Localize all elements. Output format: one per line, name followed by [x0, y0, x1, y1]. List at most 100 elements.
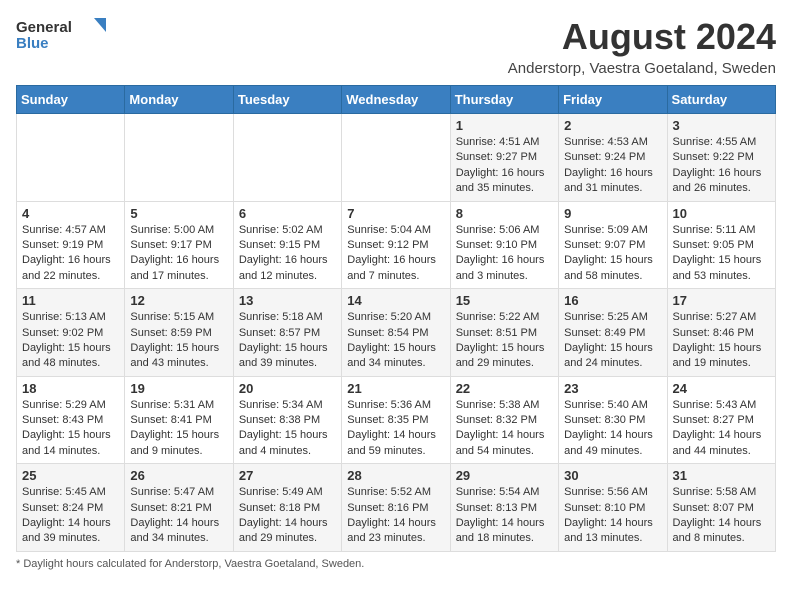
day-info: Sunrise: 5:47 AMSunset: 8:21 PMDaylight:… — [130, 485, 227, 547]
calendar-cell — [17, 114, 125, 202]
day-number: 5 — [130, 206, 227, 221]
page-header: General Blue August 2024 Anderstorp, Vae… — [16, 16, 776, 77]
day-info: Sunrise: 4:57 AMSunset: 9:19 PMDaylight:… — [22, 223, 119, 285]
day-info: Sunrise: 5:49 AMSunset: 8:18 PMDaylight:… — [239, 485, 336, 547]
day-info: Sunrise: 5:04 AMSunset: 9:12 PMDaylight:… — [347, 223, 444, 285]
calendar-cell: 21Sunrise: 5:36 AMSunset: 8:35 PMDayligh… — [342, 376, 450, 464]
day-info: Sunrise: 4:51 AMSunset: 9:27 PMDaylight:… — [456, 135, 553, 197]
day-number: 20 — [239, 381, 336, 396]
day-header-saturday: Saturday — [667, 86, 775, 114]
day-info: Sunrise: 5:36 AMSunset: 8:35 PMDaylight:… — [347, 398, 444, 460]
day-header-wednesday: Wednesday — [342, 86, 450, 114]
day-number: 7 — [347, 206, 444, 221]
day-number: 19 — [130, 381, 227, 396]
day-info: Sunrise: 5:18 AMSunset: 8:57 PMDaylight:… — [239, 310, 336, 372]
logo: General Blue — [16, 16, 106, 54]
calendar-cell: 19 Sunrise: 5:31 AMSunset: 8:41 PMDayligh… — [125, 376, 233, 464]
calendar-week-2: 4 Sunrise: 4:57 AMSunset: 9:19 PMDaylight… — [17, 201, 776, 289]
day-number: 13 — [239, 293, 336, 308]
day-number: 3 — [673, 118, 770, 133]
title-area: August 2024 Anderstorp, Vaestra Goetalan… — [508, 16, 776, 77]
day-info: Sunrise: 5:15 AMSunset: 8:59 PMDaylight:… — [130, 310, 227, 372]
day-info: Sunrise: 5:56 AMSunset: 8:10 PMDaylight:… — [564, 485, 661, 547]
day-info: Sunrise: 5:22 AMSunset: 8:51 PMDaylight:… — [456, 310, 553, 372]
day-info: Sunrise: 5:29 AMSunset: 8:43 PMDaylight:… — [22, 398, 119, 460]
day-info: Sunrise: 5:20 AMSunset: 8:54 PMDaylight:… — [347, 310, 444, 372]
calendar-cell: 17 Sunrise: 5:27 AMSunset: 8:46 PMDayligh… — [667, 289, 775, 377]
calendar-cell: 28 Sunrise: 5:52 AMSunset: 8:16 PMDayligh… — [342, 464, 450, 552]
calendar-header: SundayMondayTuesdayWednesdayThursdayFrid… — [17, 86, 776, 114]
day-number: 26 — [130, 468, 227, 483]
day-header-friday: Friday — [559, 86, 667, 114]
day-info: Sunrise: 5:09 AMSunset: 9:07 PMDaylight:… — [564, 223, 661, 285]
calendar-cell: 26 Sunrise: 5:47 AMSunset: 8:21 PMDayligh… — [125, 464, 233, 552]
calendar-cell: 25 Sunrise: 5:45 AMSunset: 8:24 PMDayligh… — [17, 464, 125, 552]
day-header-tuesday: Tuesday — [233, 86, 341, 114]
day-number: 29 — [456, 468, 553, 483]
month-title: August 2024 — [508, 16, 776, 58]
day-number: 17 — [673, 293, 770, 308]
day-info: Sunrise: 5:34 AMSunset: 8:38 PMDaylight:… — [239, 398, 336, 460]
day-header-thursday: Thursday — [450, 86, 558, 114]
day-info: Sunrise: 4:53 AMSunset: 9:24 PMDaylight:… — [564, 135, 661, 197]
location-title: Anderstorp, Vaestra Goetaland, Sweden — [508, 60, 776, 77]
day-info: Sunrise: 5:40 AMSunset: 8:30 PMDaylight:… — [564, 398, 661, 460]
calendar-table: SundayMondayTuesdayWednesdayThursdayFrid… — [16, 85, 776, 552]
calendar-cell: 7 Sunrise: 5:04 AMSunset: 9:12 PMDaylight… — [342, 201, 450, 289]
calendar-cell — [342, 114, 450, 202]
day-number: 1 — [456, 118, 553, 133]
calendar-cell: 15 Sunrise: 5:22 AMSunset: 8:51 PMDayligh… — [450, 289, 558, 377]
calendar-cell — [233, 114, 341, 202]
day-number: 16 — [564, 293, 661, 308]
day-info: Sunrise: 5:27 AMSunset: 8:46 PMDaylight:… — [673, 310, 770, 372]
day-info: Sunrise: 5:38 AMSunset: 8:32 PMDaylight:… — [456, 398, 553, 460]
calendar-cell: 3Sunrise: 4:55 AMSunset: 9:22 PMDaylight… — [667, 114, 775, 202]
calendar-cell: 1 Sunrise: 4:51 AMSunset: 9:27 PMDaylight… — [450, 114, 558, 202]
day-number: 14 — [347, 293, 444, 308]
calendar-cell: 30Sunrise: 5:56 AMSunset: 8:10 PMDayligh… — [559, 464, 667, 552]
day-number: 18 — [22, 381, 119, 396]
calendar-cell: 27 Sunrise: 5:49 AMSunset: 8:18 PMDayligh… — [233, 464, 341, 552]
calendar-cell: 12 Sunrise: 5:15 AMSunset: 8:59 PMDayligh… — [125, 289, 233, 377]
day-info: Sunrise: 5:52 AMSunset: 8:16 PMDaylight:… — [347, 485, 444, 547]
svg-text:Blue: Blue — [16, 35, 49, 52]
calendar-cell: 16Sunrise: 5:25 AMSunset: 8:49 PMDayligh… — [559, 289, 667, 377]
day-number: 10 — [673, 206, 770, 221]
calendar-cell: 31 Sunrise: 5:58 AMSunset: 8:07 PMDayligh… — [667, 464, 775, 552]
footer-note: * Daylight hours calculated for Andersto… — [16, 558, 776, 570]
calendar-cell: 2 Sunrise: 4:53 AMSunset: 9:24 PMDaylight… — [559, 114, 667, 202]
logo-icon: General Blue — [16, 16, 106, 54]
day-info: Sunrise: 5:45 AMSunset: 8:24 PMDaylight:… — [22, 485, 119, 547]
day-number: 2 — [564, 118, 661, 133]
day-number: 12 — [130, 293, 227, 308]
calendar-cell: 24Sunrise: 5:43 AMSunset: 8:27 PMDayligh… — [667, 376, 775, 464]
day-number: 27 — [239, 468, 336, 483]
day-number: 8 — [456, 206, 553, 221]
day-info: Sunrise: 5:54 AMSunset: 8:13 PMDaylight:… — [456, 485, 553, 547]
calendar-week-4: 18 Sunrise: 5:29 AMSunset: 8:43 PMDayligh… — [17, 376, 776, 464]
calendar-cell: 23 Sunrise: 5:40 AMSunset: 8:30 PMDayligh… — [559, 376, 667, 464]
day-number: 6 — [239, 206, 336, 221]
calendar-cell — [125, 114, 233, 202]
day-number: 15 — [456, 293, 553, 308]
day-number: 31 — [673, 468, 770, 483]
day-info: Sunrise: 5:13 AMSunset: 9:02 PMDaylight:… — [22, 310, 119, 372]
calendar-body: 1 Sunrise: 4:51 AMSunset: 9:27 PMDaylight… — [17, 114, 776, 552]
day-number: 23 — [564, 381, 661, 396]
calendar-cell: 18 Sunrise: 5:29 AMSunset: 8:43 PMDayligh… — [17, 376, 125, 464]
day-number: 22 — [456, 381, 553, 396]
day-number: 24 — [673, 381, 770, 396]
calendar-week-3: 11Sunrise: 5:13 AMSunset: 9:02 PMDayligh… — [17, 289, 776, 377]
day-number: 28 — [347, 468, 444, 483]
calendar-cell: 14 Sunrise: 5:20 AMSunset: 8:54 PMDayligh… — [342, 289, 450, 377]
calendar-cell: 9Sunrise: 5:09 AMSunset: 9:07 PMDaylight… — [559, 201, 667, 289]
day-info: Sunrise: 5:58 AMSunset: 8:07 PMDaylight:… — [673, 485, 770, 547]
calendar-cell: 20 Sunrise: 5:34 AMSunset: 8:38 PMDayligh… — [233, 376, 341, 464]
day-number: 25 — [22, 468, 119, 483]
days-of-week-row: SundayMondayTuesdayWednesdayThursdayFrid… — [17, 86, 776, 114]
day-info: Sunrise: 5:06 AMSunset: 9:10 PMDaylight:… — [456, 223, 553, 285]
calendar-cell: 22 Sunrise: 5:38 AMSunset: 8:32 PMDayligh… — [450, 376, 558, 464]
footer-note-text: Daylight hours — [23, 558, 93, 570]
day-number: 4 — [22, 206, 119, 221]
day-info: Sunrise: 5:31 AMSunset: 8:41 PMDaylight:… — [130, 398, 227, 460]
